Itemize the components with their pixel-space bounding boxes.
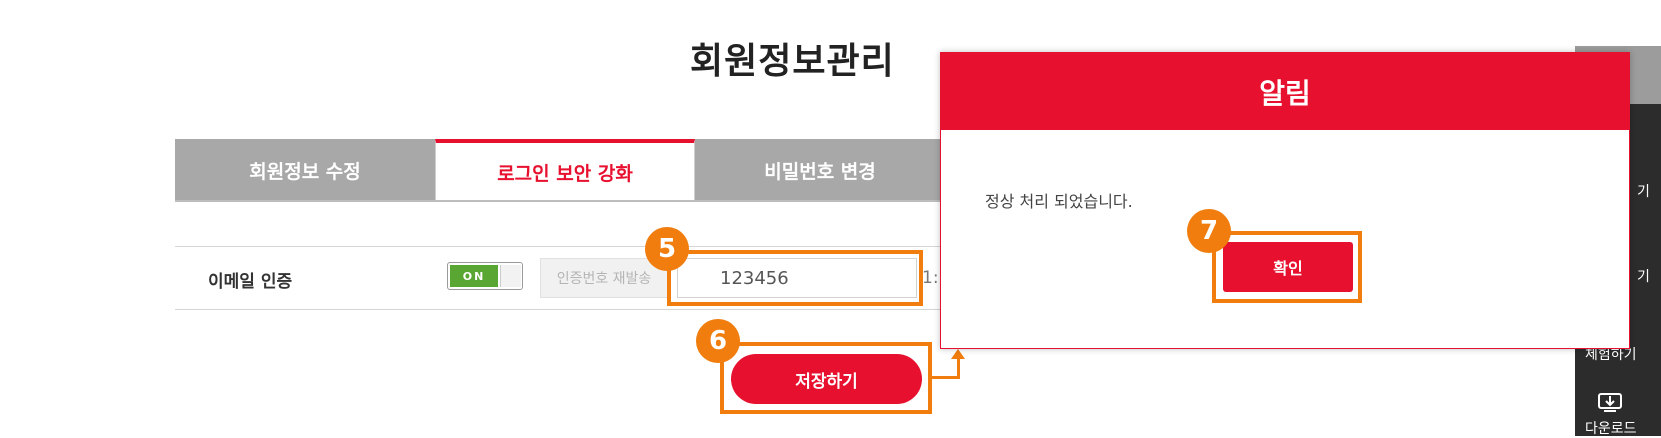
modal-message: 정상 처리 되었습니다. xyxy=(985,192,1133,211)
countdown-timer: 1: xyxy=(922,268,939,288)
download-icon xyxy=(1598,393,1622,412)
sidebar-item-1[interactable]: 기 xyxy=(1637,181,1650,201)
highlight-box-step5 xyxy=(667,250,923,306)
step-badge-6: 6 xyxy=(696,319,740,363)
arrow-up-icon xyxy=(951,349,965,359)
toggle-on-label: ON xyxy=(450,265,498,287)
confirm-button[interactable]: 확인 xyxy=(1223,242,1353,292)
resend-code-button[interactable]: 인증번호 재발송 xyxy=(540,258,668,298)
toggle-knob xyxy=(500,265,521,287)
step-badge-7: 7 xyxy=(1187,209,1231,253)
sidebar-item-download[interactable]: 다운로드 xyxy=(1585,418,1637,438)
modal-title: 알림 xyxy=(941,53,1629,130)
page-title: 회원정보관리 xyxy=(690,41,895,82)
step-badge-5: 5 xyxy=(645,227,689,271)
email-verify-label: 이메일 인증 xyxy=(208,272,293,292)
row-divider-bottom xyxy=(175,309,945,310)
connector-line-vertical xyxy=(957,357,960,379)
row-divider-top xyxy=(175,246,945,247)
tab-divider xyxy=(175,200,945,202)
tab-login-security[interactable]: 로그인 보안 강화 xyxy=(435,139,695,201)
tab-password-change[interactable]: 비밀번호 변경 xyxy=(695,139,945,201)
alert-modal: 알림 정상 처리 되었습니다. 확인 7 xyxy=(940,52,1630,349)
tab-member-info-edit[interactable]: 회원정보 수정 xyxy=(175,139,435,201)
connector-line xyxy=(930,376,960,379)
sidebar-item-2[interactable]: 기 xyxy=(1637,266,1650,286)
save-button[interactable]: 저장하기 xyxy=(731,354,922,404)
email-verify-toggle[interactable]: ON xyxy=(447,262,523,290)
